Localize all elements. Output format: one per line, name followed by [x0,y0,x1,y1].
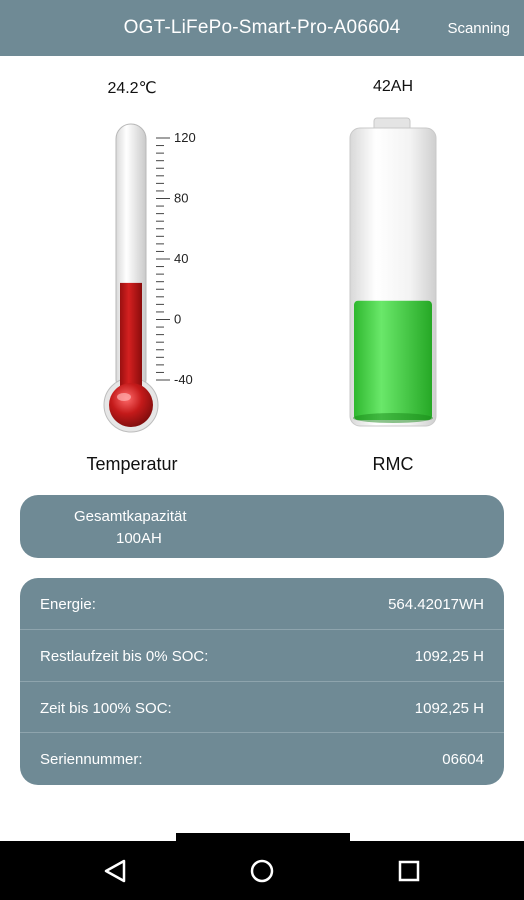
rmc-label: RMC [372,454,414,474]
detail-value: 564.42017WH [388,596,484,613]
detail-row-serial: Seriennummer: 06604 [20,733,504,785]
detail-row-time-to-full: Zeit bis 100% SOC: 1092,25 H [20,682,504,734]
detail-value: 1092,25 H [414,647,484,665]
rmc-fill-level [354,300,432,420]
top-app-bar: OGT-LiFePo-Smart-Pro-A06604 Scanning [0,0,524,56]
detail-key: Zeit bis 100% SOC: [40,699,172,717]
scanning-button[interactable]: Scanning [447,20,510,37]
temperature-label: Temperatur [86,454,178,474]
scale-label: -40 [174,372,193,387]
battery-details-card: Energie: 564.42017WH Restlaufzeit bis 0%… [20,578,504,785]
detail-key: Restlaufzeit bis 0% SOC: [40,647,209,665]
recents-icon[interactable] [391,853,427,889]
total-capacity-card: Gesamtkapazität 100AH [20,495,504,558]
device-title: OGT-LiFePo-Smart-Pro-A06604 [123,17,401,38]
detail-key: Seriennummer: [40,751,143,769]
detail-row-runtime: Restlaufzeit bis 0% SOC: 1092,25 H [20,630,504,682]
back-icon[interactable] [97,853,133,889]
detail-value: 06604 [442,751,484,769]
scale-label: 0 [174,312,181,327]
detail-key: Energie: [40,596,96,613]
home-icon[interactable] [244,853,280,889]
system-navigation-bar [0,841,524,900]
temperature-value: 24.2℃ [107,80,157,97]
total-capacity-value: 100AH [116,530,162,547]
rmc-value: 42AH [372,78,414,95]
temperature-scale [156,137,170,381]
scale-label: 40 [174,251,188,266]
detail-row-energy: Energie: 564.42017WH [20,578,504,630]
scale-label: 80 [174,191,188,206]
total-capacity-title: Gesamtkapazität [74,508,187,525]
battery-gauge [338,114,448,432]
thermometer-bulb [109,383,153,427]
thermometer-gauge: 120 80 40 0 -40 [96,118,226,438]
bottom-sheet-handle [176,833,350,841]
scale-label: 120 [174,130,196,145]
detail-value: 1092,25 H [414,699,484,717]
